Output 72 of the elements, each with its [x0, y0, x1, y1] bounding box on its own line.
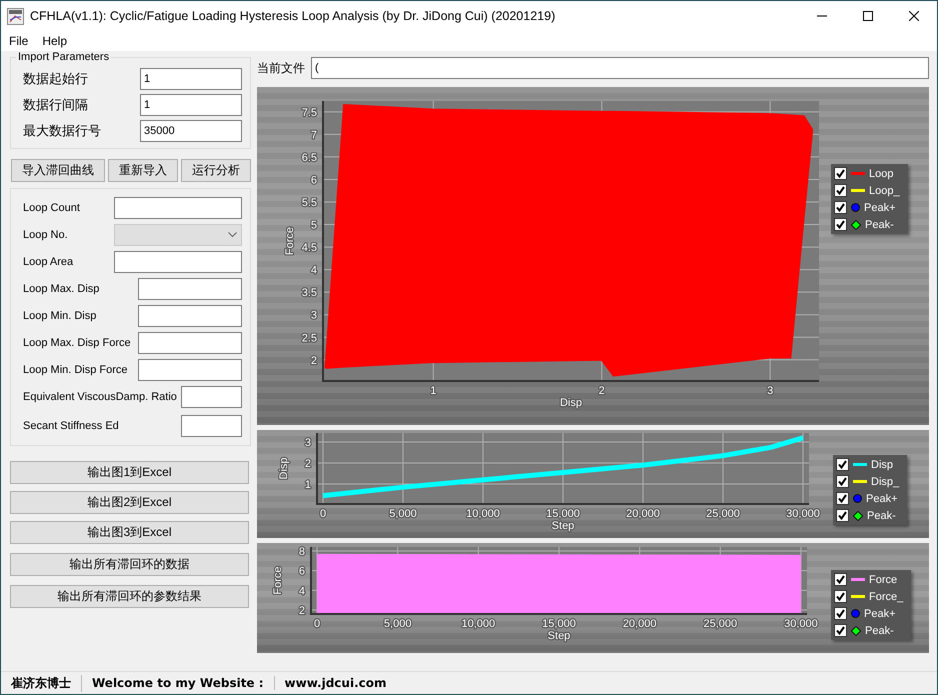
tick-label: 6: [298, 566, 305, 578]
tick-label: 15,000: [546, 508, 580, 520]
tick-label: 5.5: [302, 197, 317, 209]
tick-label: 7.5: [302, 106, 317, 119]
field-label: 最大数据行号: [23, 122, 101, 140]
tick-label: 1: [304, 479, 311, 492]
tick-label: 0: [314, 618, 320, 630]
field-label: Loop Min. Disp Force: [23, 364, 128, 376]
tick-label: 7: [310, 129, 317, 142]
field-label: Equivalent ViscousDamp. Ratio: [23, 391, 177, 403]
axis-title: Step: [548, 630, 570, 642]
field-label: 当前文件: [257, 60, 305, 76]
tick-label: 3: [310, 310, 317, 322]
tick-label: 3: [304, 437, 311, 450]
tick-label: 2: [298, 605, 305, 618]
tick-label: 1: [430, 385, 436, 397]
tick-label: 10,000: [462, 618, 496, 630]
legend-label: Disp: [871, 458, 894, 470]
axis-title: Disp: [560, 397, 582, 409]
tick-label: 5: [310, 220, 317, 232]
legend-label: Disp_: [871, 476, 900, 488]
tick-label: 20,000: [626, 508, 660, 520]
tick-label: 6: [310, 174, 317, 186]
field-label: Loop No.: [23, 229, 68, 241]
tick-label: 25,000: [703, 618, 738, 630]
tick-label: 15,000: [542, 618, 576, 630]
group-title: Import Parameters: [16, 51, 112, 63]
status-text: 崔济东博士: [1, 674, 82, 692]
field-label: Loop Area: [23, 256, 74, 268]
legend-label: Force: [869, 574, 898, 586]
tick-label: 3.5: [302, 287, 317, 300]
tick-label: 10,000: [466, 508, 500, 520]
tick-label: 30,000: [784, 618, 818, 630]
field-label: 数据起始行: [23, 70, 88, 88]
legend-label: Peak-: [867, 510, 896, 522]
legend-label: Force_: [869, 590, 904, 602]
tick-label: 30,000: [786, 508, 820, 520]
axis-title: Force: [272, 566, 284, 595]
tick-label: 4: [310, 264, 317, 277]
field-label: Secant Stiffness Ed: [23, 420, 119, 432]
tick-label: 4: [298, 585, 305, 598]
legend-label: Peak+: [864, 202, 896, 214]
axis-title: Force: [284, 226, 296, 256]
legend-label: Peak+: [866, 492, 898, 504]
legend-label: Loop: [869, 168, 894, 180]
field-label: Loop Max. Disp Force: [23, 337, 131, 349]
legend-label: Loop_: [869, 184, 900, 196]
legend-label: Peak+: [864, 608, 896, 620]
legend-label: Peak-: [865, 218, 894, 230]
tick-label: 5,000: [389, 508, 417, 520]
axis-title: Step: [552, 520, 574, 532]
legend-label: Peak-: [865, 624, 894, 636]
status-text: Welcome to my Website :: [82, 676, 275, 690]
field-label: Loop Min. Disp: [23, 310, 96, 322]
tick-label: 8: [298, 546, 305, 558]
tick-label: 0: [320, 508, 326, 520]
axis-title: Disp: [278, 458, 290, 480]
tick-label: 20,000: [622, 618, 656, 630]
tick-label: 2: [304, 458, 311, 470]
status-text: www.jdcui.com: [284, 676, 388, 690]
tick-label: 6.5: [302, 152, 317, 164]
tick-label: 25,000: [706, 508, 740, 520]
window-title: CFHLA(v1.1): Cyclic/Fatigue Loading Hysteresis Loop Analysis (by Dr. JiDong Cui) (20201219): [30, 9, 556, 23]
tick-label: 2: [598, 385, 605, 397]
field-label: Loop Max. Disp: [23, 283, 100, 295]
tick-label: 2.5: [302, 332, 317, 344]
tick-label: 3: [767, 385, 774, 397]
tick-label: 2: [310, 354, 317, 367]
field-label: 数据行间隔: [23, 96, 88, 114]
tick-label: 4.5: [302, 242, 317, 254]
tick-label: 5,000: [384, 618, 412, 630]
field-label: Loop Count: [23, 202, 80, 214]
